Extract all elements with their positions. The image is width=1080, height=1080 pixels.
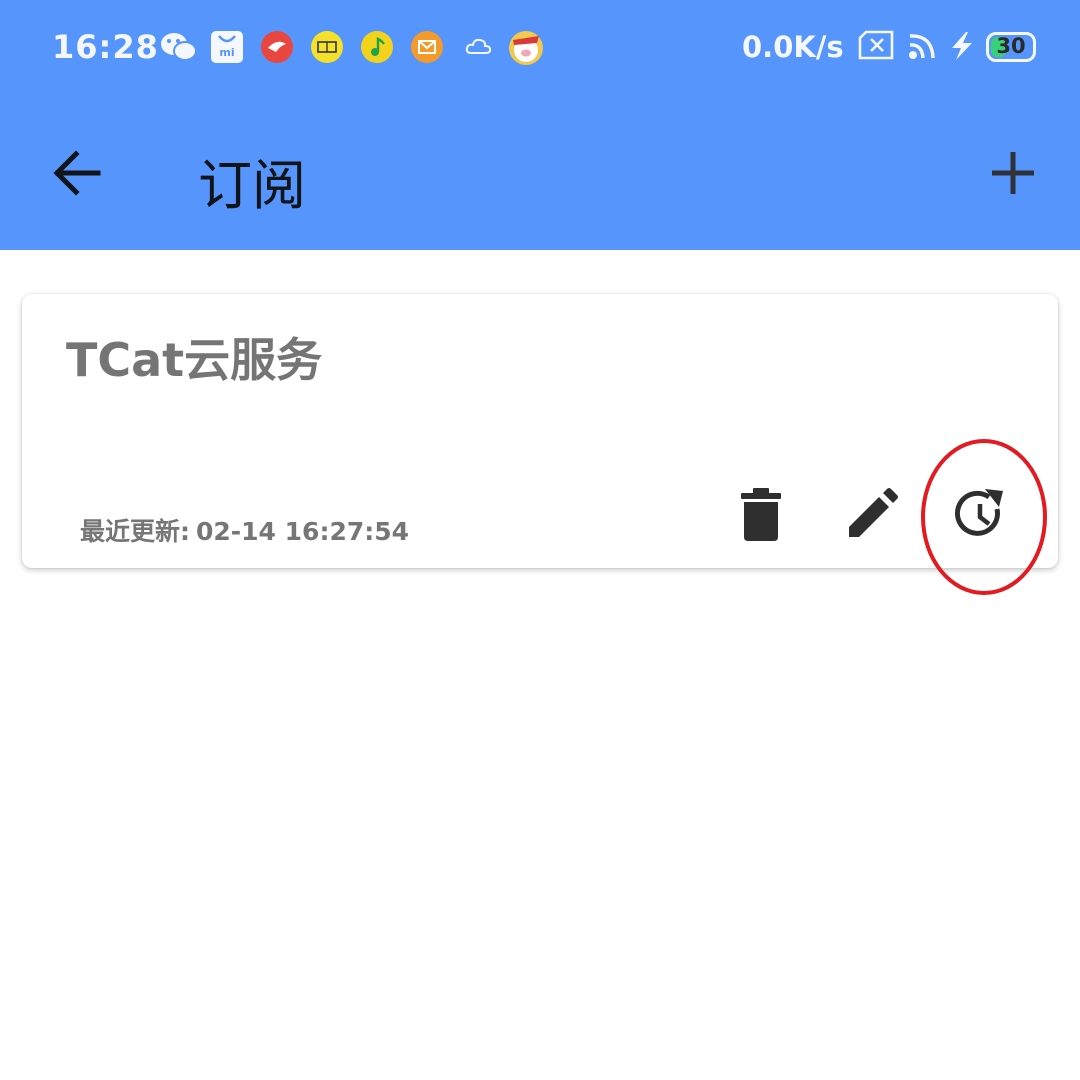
arrow-back-icon bbox=[53, 150, 101, 196]
yellow-app-icon bbox=[311, 31, 343, 63]
wechat-icon bbox=[161, 33, 197, 61]
subscription-name: TCat云服务 bbox=[66, 333, 323, 387]
charging-icon bbox=[952, 32, 972, 60]
last-updated-value: 02-14 16:27:54 bbox=[196, 517, 410, 546]
edit-button[interactable] bbox=[836, 480, 906, 550]
svg-text:mi: mi bbox=[219, 46, 234, 59]
status-bar: 16:28 mi 0.0K/s 30 bbox=[0, 0, 1080, 96]
last-updated-label: 最近更新: bbox=[80, 517, 190, 546]
delete-icon bbox=[741, 488, 781, 541]
page-title: 订阅 bbox=[198, 154, 306, 217]
mi-store-icon: mi bbox=[211, 31, 243, 63]
no-sim-icon bbox=[858, 30, 894, 60]
cloud-icon bbox=[465, 38, 492, 54]
pig-app-icon bbox=[509, 31, 543, 65]
update-icon bbox=[954, 489, 1003, 536]
last-updated: 最近更新: 02-14 16:27:54 bbox=[80, 512, 409, 548]
battery-level: 30 bbox=[996, 34, 1026, 58]
network-speed: 0.0K/s bbox=[742, 30, 844, 64]
status-time: 16:28 bbox=[52, 28, 159, 66]
battery-icon: 30 bbox=[986, 32, 1036, 62]
qq-music-icon bbox=[361, 31, 393, 63]
add-subscription-button[interactable] bbox=[980, 140, 1046, 206]
toolbar: 订阅 bbox=[0, 96, 1080, 250]
plus-icon bbox=[992, 152, 1034, 194]
edit-icon bbox=[849, 488, 898, 537]
mail-icon bbox=[411, 31, 443, 63]
wifi-icon bbox=[909, 34, 935, 59]
update-button[interactable] bbox=[946, 480, 1016, 550]
app-bar: 16:28 mi 0.0K/s 30 订阅 bbox=[0, 0, 1080, 250]
delete-button[interactable] bbox=[726, 480, 796, 550]
subscription-card[interactable]: TCat云服务 最近更新: 02-14 16:27:54 bbox=[22, 294, 1058, 568]
red-app-icon bbox=[261, 31, 293, 63]
back-button[interactable] bbox=[44, 140, 110, 206]
